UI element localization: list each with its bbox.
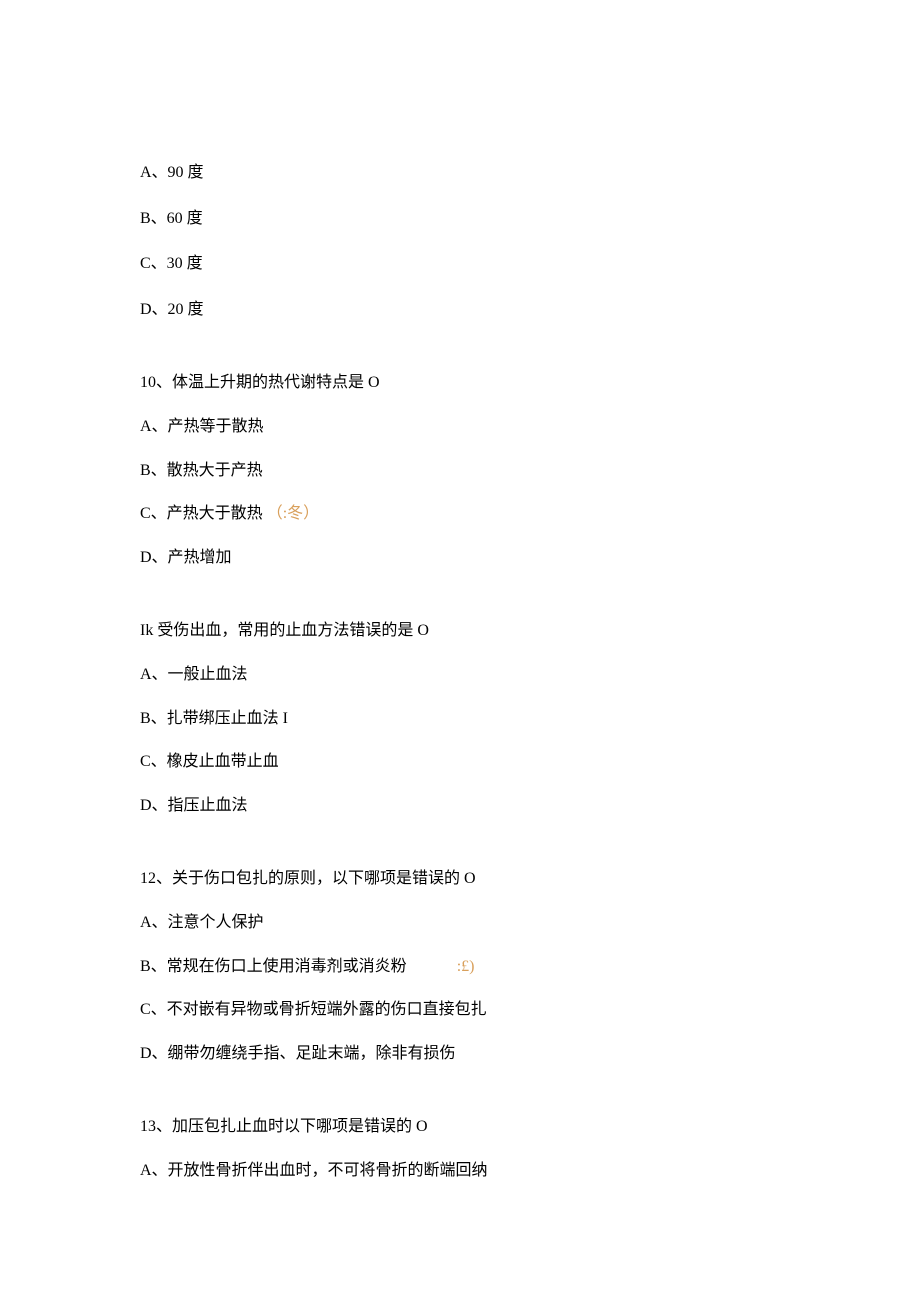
question-9-options: A、90 度 B、60 度 C、30 度 D、20 度 xyxy=(140,160,780,322)
option-c-text: C、产热大于散热 xyxy=(140,505,263,522)
document-page: A、90 度 B、60 度 C、30 度 D、20 度 10、体温上升期的热代谢… xyxy=(0,0,920,1301)
option-a: A、开放性骨折伴出血时，不可将骨折的断端回纳 xyxy=(140,1158,780,1184)
question-stem: 13、加压包扎止血时以下哪项是错误的 O xyxy=(140,1114,780,1140)
question-stem: Ik 受伤出血，常用的止血方法错误的是 O xyxy=(140,618,780,644)
option-b: B、常规在伤口上使用消毒剂或消炎粉 :£) xyxy=(140,954,780,980)
option-a: A、产热等于散热 xyxy=(140,414,780,440)
answer-marker: :£) xyxy=(457,954,475,980)
option-a: A、一般止血法 xyxy=(140,662,780,688)
option-b: B、扎带绑压止血法 I xyxy=(140,706,780,732)
option-a: A、90 度 xyxy=(140,160,780,186)
option-c: C、30 度 xyxy=(140,251,780,277)
answer-marker: （:冬） xyxy=(267,505,319,522)
question-11: Ik 受伤出血，常用的止血方法错误的是 O A、一般止血法 B、扎带绑压止血法 … xyxy=(140,618,780,818)
question-12: 12、关于伤口包扎的原则，以下哪项是错误的 O A、注意个人保护 B、常规在伤口… xyxy=(140,866,780,1066)
option-c: C、橡皮止血带止血 xyxy=(140,749,780,775)
option-d: D、绷带勿缠绕手指、足趾末端，除非有损伤 xyxy=(140,1041,780,1067)
question-stem: 12、关于伤口包扎的原则，以下哪项是错误的 O xyxy=(140,866,780,892)
option-b: B、散热大于产热 xyxy=(140,458,780,484)
option-d: D、20 度 xyxy=(140,297,780,323)
option-b: B、60 度 xyxy=(140,206,780,232)
option-d: D、指压止血法 xyxy=(140,793,780,819)
option-d: D、产热增加 xyxy=(140,545,780,571)
option-c: C、不对嵌有异物或骨折短端外露的伤口直接包扎 xyxy=(140,997,780,1023)
question-13: 13、加压包扎止血时以下哪项是错误的 O A、开放性骨折伴出血时，不可将骨折的断… xyxy=(140,1114,780,1183)
question-stem: 10、体温上升期的热代谢特点是 O xyxy=(140,370,780,396)
question-10: 10、体温上升期的热代谢特点是 O A、产热等于散热 B、散热大于产热 C、产热… xyxy=(140,370,780,570)
option-b-text: B、常规在伤口上使用消毒剂或消炎粉 xyxy=(140,958,407,975)
option-c: C、产热大于散热（:冬） xyxy=(140,501,780,527)
option-a: A、注意个人保护 xyxy=(140,910,780,936)
